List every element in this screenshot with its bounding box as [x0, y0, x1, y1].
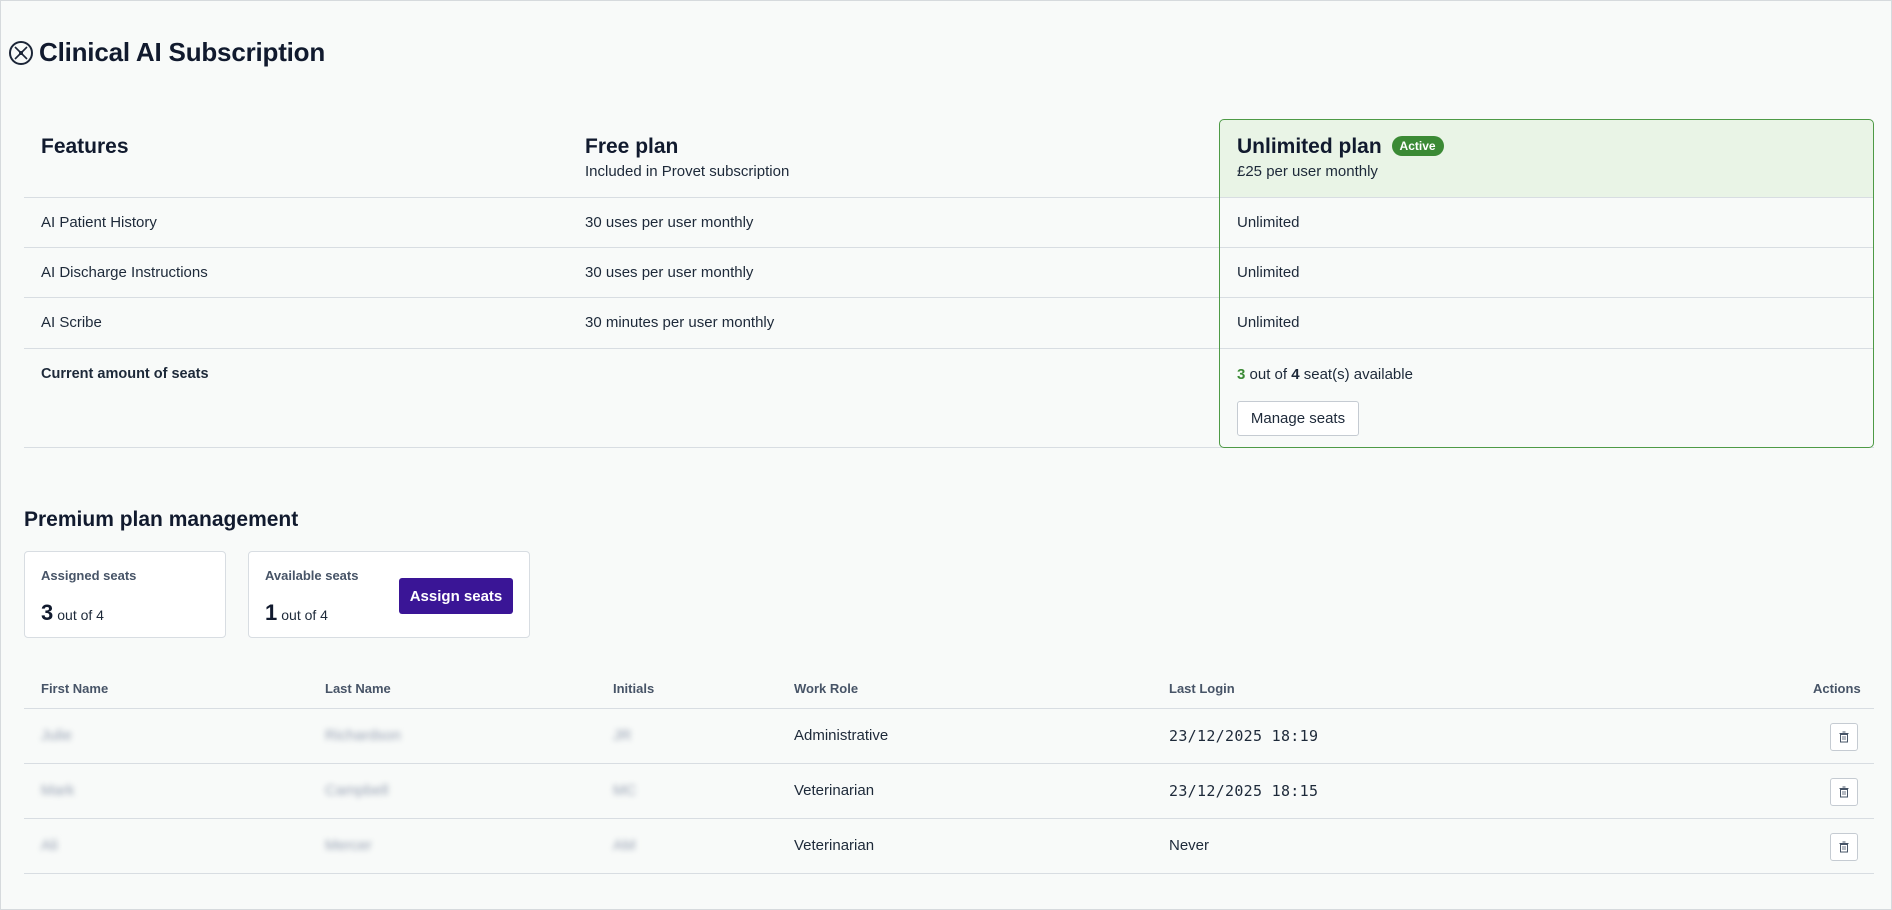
column-header-first-name[interactable]: First Name: [41, 681, 108, 696]
user-initials: AM: [613, 837, 636, 854]
features-column-header: Features: [41, 135, 129, 159]
user-last-login: Never: [1169, 837, 1210, 854]
premium-section-title: Premium plan management: [24, 508, 299, 531]
feature-row: AI Patient History 30 uses per user mont…: [24, 198, 1874, 248]
feature-name: AI Discharge Instructions: [41, 264, 208, 281]
available-seats-total: out of 4: [281, 607, 328, 623]
unlimited-plan-value: Unlimited: [1237, 214, 1300, 231]
seats-row: Current amount of seats 3 out of 4 seat(…: [24, 349, 1874, 448]
assigned-seats-label: Assigned seats: [41, 568, 137, 583]
page-title: Clinical AI Subscription: [39, 37, 326, 67]
user-first-name: Ali: [41, 837, 58, 854]
column-header-last-name[interactable]: Last Name: [325, 681, 391, 696]
remove-user-button[interactable]: [1830, 778, 1858, 806]
available-seats-value: 1 out of 4: [265, 600, 328, 626]
trash-icon: [1839, 841, 1849, 853]
seats-available-text: 3 out of 4 seat(s) available: [1237, 366, 1413, 383]
available-seats-label: Available seats: [265, 568, 359, 583]
column-header-work-role[interactable]: Work Role: [794, 681, 858, 696]
active-status-badge: Active: [1391, 136, 1444, 156]
user-first-name: Mark: [41, 782, 75, 799]
unlimited-plan-value: Unlimited: [1237, 314, 1300, 331]
column-header-initials[interactable]: Initials: [613, 681, 654, 696]
user-last-login: 23/12/2025 18:19: [1169, 727, 1319, 745]
free-plan-value: 30 minutes per user monthly: [585, 314, 775, 331]
unlimited-plan-column-header: Unlimited plan Active £25 per user month…: [1237, 135, 1444, 180]
free-plan-value: 30 uses per user monthly: [585, 214, 754, 231]
manage-seats-button[interactable]: Manage seats: [1237, 401, 1359, 436]
user-work-role: Veterinarian: [794, 782, 875, 799]
seats-row-label: Current amount of seats: [41, 366, 209, 382]
plans-comparison-table: Features Free plan Included in Provet su…: [24, 119, 1874, 448]
available-seats-card: Available seats 1 out of 4 Assign seats: [248, 551, 530, 638]
user-initials: MC: [613, 782, 637, 799]
trash-icon: [1839, 731, 1849, 743]
features-title: Features: [41, 135, 129, 158]
seats-out-of-label: out of: [1249, 366, 1288, 383]
column-header-last-login[interactable]: Last Login: [1169, 681, 1235, 696]
unlimited-plan-title: Unlimited plan: [1237, 135, 1382, 158]
clinical-ai-logo-icon: [9, 40, 33, 65]
assigned-seats-total: out of 4: [57, 607, 104, 623]
user-last-name: Richardson: [325, 727, 401, 744]
assigned-seats-card: Assigned seats 3 out of 4: [24, 551, 226, 638]
seats-available-count: 3: [1237, 366, 1246, 383]
assign-seats-button[interactable]: Assign seats: [399, 578, 513, 614]
unlimited-plan-price: £25 per user monthly: [1237, 163, 1378, 180]
user-work-role: Administrative: [794, 727, 889, 744]
user-last-login: 23/12/2025 18:15: [1169, 782, 1319, 800]
free-plan-value: 30 uses per user monthly: [585, 264, 754, 281]
trash-icon: [1839, 786, 1849, 798]
plans-header-row: Features Free plan Included in Provet su…: [24, 119, 1874, 198]
free-plan-subtitle: Included in Provet subscription: [585, 163, 790, 180]
assigned-seats-count: 3: [41, 600, 54, 625]
seats-suffix: seat(s) available: [1303, 366, 1413, 383]
feature-row: AI Scribe 30 minutes per user monthly Un…: [24, 298, 1874, 349]
user-initials: JR: [613, 727, 632, 744]
free-plan-title: Free plan: [585, 135, 679, 158]
user-first-name: Julie: [41, 727, 72, 744]
table-row: Mark Campbell MC Veterinarian 23/12/2025…: [24, 764, 1874, 819]
feature-name: AI Scribe: [41, 314, 102, 331]
seats-total-count: 4: [1291, 366, 1300, 383]
user-work-role: Veterinarian: [794, 837, 875, 854]
user-last-name: Campbell: [325, 782, 389, 799]
column-header-actions: Actions: [1813, 681, 1861, 696]
feature-name: AI Patient History: [41, 214, 157, 231]
free-plan-column-header: Free plan Included in Provet subscriptio…: [585, 135, 789, 180]
page-header: Clinical AI Subscription: [9, 37, 325, 68]
remove-user-button[interactable]: [1830, 833, 1858, 861]
feature-row: AI Discharge Instructions 30 uses per us…: [24, 248, 1874, 298]
remove-user-button[interactable]: [1830, 723, 1858, 751]
available-seats-count: 1: [265, 600, 278, 625]
table-row: Ali Mercer AM Veterinarian Never: [24, 819, 1874, 874]
user-last-name: Mercer: [325, 837, 372, 854]
table-row: Julie Richardson JR Administrative 23/12…: [24, 709, 1874, 764]
unlimited-plan-value: Unlimited: [1237, 264, 1300, 281]
assigned-seats-value: 3 out of 4: [41, 600, 104, 626]
